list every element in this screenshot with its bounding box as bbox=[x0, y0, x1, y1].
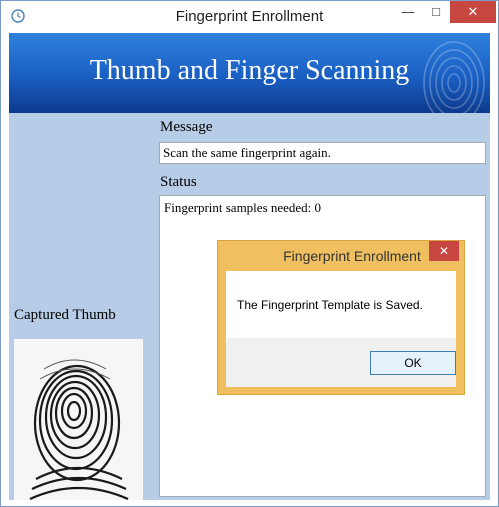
dialog-message: The Fingerprint Template is Saved. bbox=[237, 298, 423, 312]
captured-thumb-label: Captured Thumb bbox=[14, 307, 116, 323]
status-text: Fingerprint samples needed: 0 bbox=[164, 200, 322, 215]
maximize-button[interactable]: □ bbox=[422, 1, 450, 23]
title-bar[interactable]: Fingerprint Enrollment — □ ✕ bbox=[1, 1, 498, 33]
banner-title: Thumb and Finger Scanning bbox=[89, 55, 410, 86]
header-banner: Thumb and Finger Scanning bbox=[9, 33, 490, 113]
dialog-close-button[interactable]: ✕ bbox=[429, 241, 459, 261]
status-label: Status bbox=[160, 174, 197, 190]
message-field[interactable]: Scan the same fingerprint again. bbox=[159, 142, 486, 164]
dialog-title: Fingerprint Enrollment bbox=[283, 248, 421, 264]
dialog-footer: OK bbox=[226, 338, 456, 387]
minimize-button[interactable]: — bbox=[394, 1, 422, 23]
captured-fingerprint-image bbox=[14, 339, 143, 500]
message-label: Message bbox=[160, 119, 213, 135]
ok-button[interactable]: OK bbox=[370, 351, 456, 375]
dialog-body: The Fingerprint Template is Saved. OK bbox=[226, 271, 456, 387]
close-button[interactable]: ✕ bbox=[450, 1, 496, 23]
saved-dialog: Fingerprint Enrollment ✕ The Fingerprint… bbox=[217, 240, 465, 395]
